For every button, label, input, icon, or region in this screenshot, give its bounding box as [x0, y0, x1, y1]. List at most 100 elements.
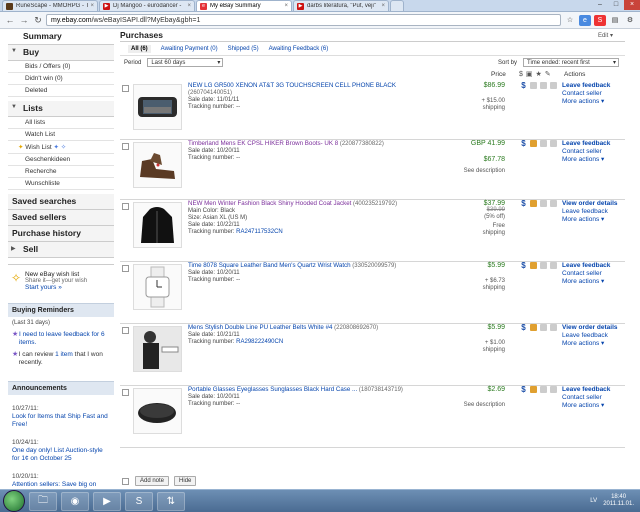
network-icon[interactable]: ⇅: [157, 491, 185, 511]
secondary-action-link[interactable]: Contact seller: [562, 270, 626, 278]
close-window-icon[interactable]: ×: [624, 0, 640, 10]
secondary-action-link[interactable]: More actions ▾: [562, 340, 626, 348]
item-checkbox[interactable]: [122, 203, 129, 210]
reload-icon[interactable]: ↻: [32, 14, 44, 26]
purchase-item: Timberland Mens EK CPSL HIKER Brown Boot…: [120, 140, 625, 200]
item-title-link[interactable]: Portable Glasses Eyeglasses Sunglasses B…: [188, 386, 357, 393]
secondary-action-link[interactable]: Contact seller: [562, 148, 626, 156]
primary-action-link[interactable]: Leave feedback: [562, 262, 626, 270]
item-thumbnail[interactable]: [133, 264, 182, 310]
sidebar-purchase-history[interactable]: Purchase history: [8, 226, 114, 242]
item-checkbox[interactable]: [122, 265, 129, 272]
browser-tab[interactable]: RuneScape - MMORPG - Th ×: [2, 0, 98, 11]
browser-tab-active[interactable]: e My eBay Summary ×: [196, 0, 292, 11]
sidebar-saved-searches[interactable]: Saved searches: [8, 194, 114, 210]
hide-button[interactable]: Hide: [174, 476, 197, 486]
start-wish-list-link[interactable]: Start yours »: [25, 284, 87, 291]
item-title-link[interactable]: NEW Men Winter Fashion Black Shiny Hoode…: [188, 200, 351, 207]
filter-awaiting-feedback[interactable]: Awaiting Feedback (6): [269, 46, 329, 52]
page-menu-icon[interactable]: ▤: [609, 15, 621, 26]
reminder-item[interactable]: ★ I need to leave feedback for 6 items.: [8, 329, 114, 349]
sidebar-item-recherche[interactable]: Recherche: [8, 166, 114, 178]
sidebar: Summary ▼ Buy Bids / Offers (0) Didn't wi…: [8, 29, 114, 489]
skype-icon[interactable]: S: [125, 491, 153, 511]
minimize-icon[interactable]: –: [592, 0, 608, 10]
sort-select[interactable]: Time ended: recent first: [523, 58, 619, 67]
primary-action-link[interactable]: Leave feedback: [562, 140, 626, 148]
item-checkbox[interactable]: [122, 85, 129, 92]
close-tab-icon[interactable]: ×: [381, 3, 385, 9]
chrome-icon[interactable]: ◉: [61, 491, 89, 511]
item-checkbox[interactable]: [122, 389, 129, 396]
item-thumbnail[interactable]: [133, 84, 182, 130]
start-button-icon[interactable]: [3, 490, 25, 512]
add-note-button[interactable]: Add note: [135, 476, 170, 486]
extension-icon[interactable]: e: [579, 14, 591, 26]
secondary-action-link[interactable]: Contact seller: [562, 394, 626, 402]
primary-action-link[interactable]: View order details: [562, 200, 626, 208]
primary-action-link[interactable]: Leave feedback: [562, 82, 626, 90]
item-title-link[interactable]: Timberland Mens EK CPSL HIKER Brown Boot…: [188, 140, 338, 147]
tracking-number-link[interactable]: RA247117532CN: [236, 229, 283, 235]
sidebar-summary[interactable]: Summary: [8, 29, 114, 45]
new-tab-button[interactable]: [390, 0, 404, 11]
bookmark-star-icon[interactable]: ☆: [564, 15, 576, 26]
sidebar-item-watch-list[interactable]: Watch List: [8, 129, 114, 141]
sidebar-saved-sellers[interactable]: Saved sellers: [8, 210, 114, 226]
secondary-action-link[interactable]: More actions ▾: [562, 98, 626, 106]
edit-menu[interactable]: Edit ▾: [598, 30, 613, 43]
item-title-link[interactable]: Time 8078 Square Leather Band Men's Quar…: [188, 262, 351, 269]
filter-awaiting-payment[interactable]: Awaiting Payment (0): [161, 46, 218, 52]
secondary-action-link[interactable]: Contact seller: [562, 90, 626, 98]
forward-icon[interactable]: →: [18, 14, 30, 26]
primary-action-link[interactable]: View order details: [562, 324, 626, 332]
primary-action-link[interactable]: Leave feedback: [562, 386, 626, 394]
sidebar-item-all-lists[interactable]: All lists: [8, 117, 114, 129]
period-select[interactable]: Last 60 days: [147, 58, 224, 67]
filter-all[interactable]: All (6): [128, 44, 151, 53]
item-thumbnail[interactable]: [133, 202, 182, 248]
media-player-icon[interactable]: ▶: [93, 491, 121, 511]
item-thumbnail[interactable]: [133, 142, 182, 188]
filter-shipped[interactable]: Shipped (5): [228, 46, 259, 52]
explorer-icon[interactable]: 🗀: [29, 491, 57, 511]
item-price: GBP 41.99: [470, 140, 505, 147]
sidebar-section-buy[interactable]: ▼ Buy: [8, 45, 114, 61]
sidebar-item-geschenkideen[interactable]: Geschenkideen: [8, 154, 114, 166]
select-all-checkbox[interactable]: [122, 477, 129, 485]
settings-wrench-icon[interactable]: ⚙: [624, 15, 636, 26]
back-icon[interactable]: ←: [4, 14, 16, 26]
maximize-icon[interactable]: □: [608, 0, 624, 10]
address-bar[interactable]: my.ebay.com/ws/eBayISAPI.dll?MyEbay&gbh=…: [46, 14, 561, 26]
item-thumbnail[interactable]: [133, 388, 182, 434]
sidebar-item-bids-offers[interactable]: Bids / Offers (0): [8, 61, 114, 73]
item-actions: View order details Leave feedback More act…: [562, 200, 626, 224]
close-tab-icon[interactable]: ×: [284, 3, 288, 9]
secondary-action-link[interactable]: More actions ▾: [562, 156, 626, 164]
item-thumbnail[interactable]: [133, 326, 182, 372]
item-title-link[interactable]: Mens Stylish Double Line PU Leather Belt…: [188, 324, 332, 331]
secondary-action-link[interactable]: More actions ▾: [562, 278, 626, 286]
close-tab-icon[interactable]: ×: [90, 3, 94, 9]
item-title-link[interactable]: NEW LG GR500 XENON AT&T 3G TOUCHSCREEN C…: [188, 82, 396, 89]
clock[interactable]: 18:40 2011.11.01.: [603, 494, 634, 508]
sidebar-section-sell[interactable]: ▶ Sell: [8, 242, 114, 258]
language-indicator[interactable]: LV: [590, 498, 597, 504]
secondary-action-link[interactable]: More actions ▾: [562, 216, 626, 224]
secondary-action-link[interactable]: Leave feedback: [562, 332, 626, 340]
item-checkbox[interactable]: [122, 327, 129, 334]
sidebar-section-lists[interactable]: ▼ Lists: [8, 101, 114, 117]
sidebar-item-deleted[interactable]: Deleted: [8, 85, 114, 97]
tracking-number-link[interactable]: RA298222490CN: [236, 339, 283, 345]
browser-tab[interactable]: ▶ darbs literatūrā, "Pūt, vēji" ×: [293, 0, 389, 11]
item-checkbox[interactable]: [122, 143, 129, 150]
browser-tab[interactable]: ▶ Dj Mangoo - eurodancer - ×: [99, 0, 195, 11]
secondary-action-link[interactable]: Leave feedback: [562, 208, 626, 216]
secondary-action-link[interactable]: More actions ▾: [562, 402, 626, 410]
price-column-header[interactable]: Price: [491, 71, 506, 78]
sidebar-item-wunschliste[interactable]: Wunschliste: [8, 178, 114, 190]
close-tab-icon[interactable]: ×: [187, 3, 191, 9]
sidebar-item-wish-list[interactable]: ✦ Wish List ✦ ✧: [8, 141, 114, 154]
sidebar-item-didnt-win[interactable]: Didn't win (0): [8, 73, 114, 85]
extension-icon[interactable]: S: [594, 14, 606, 26]
